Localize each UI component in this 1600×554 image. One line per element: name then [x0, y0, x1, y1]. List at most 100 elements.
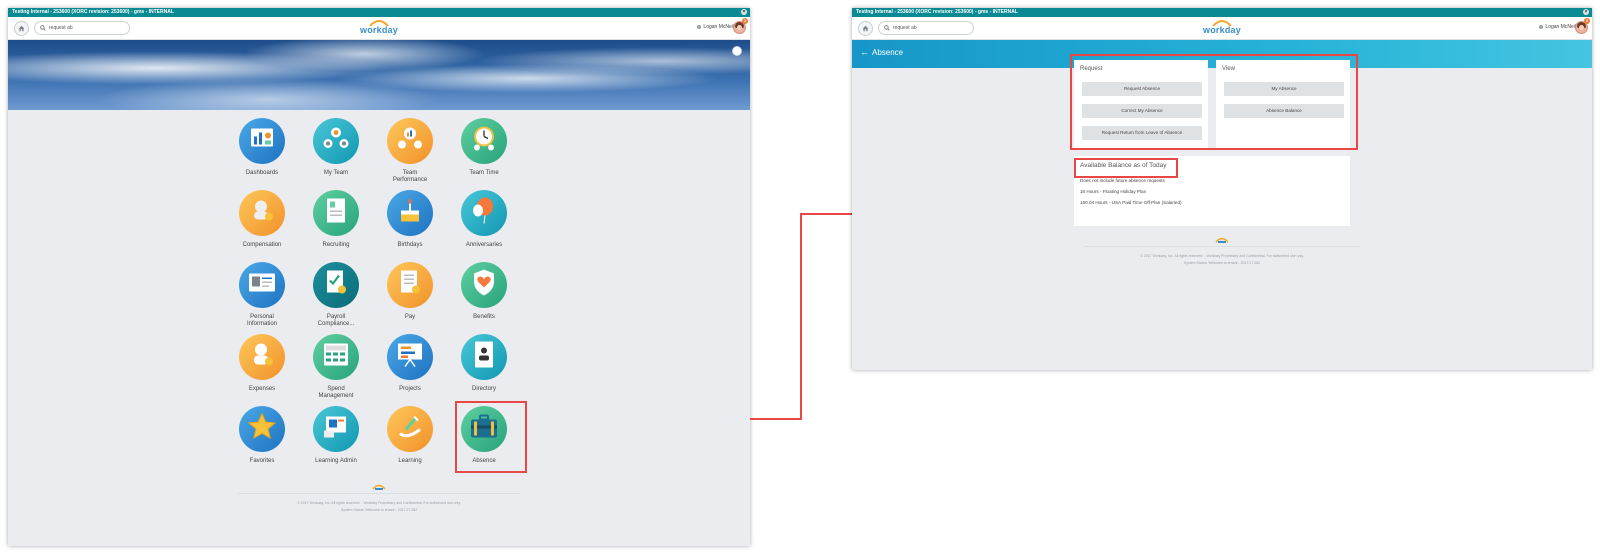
app-tile-anniversaries[interactable]: Anniversaries [451, 190, 517, 249]
balance-heading-highlight [1074, 158, 1178, 178]
directory-icon [461, 334, 507, 380]
user-name: Logan McNeil [703, 24, 734, 30]
connector-line [800, 213, 852, 215]
app-label: Learning Admin [315, 458, 357, 464]
app-tile-payroll-compliance[interactable]: Payroll Compliance... [303, 262, 369, 328]
notification-badge[interactable]: 2 [742, 18, 748, 24]
app-label: Spend Management [318, 386, 354, 399]
user-name: Logan McNeil [1545, 24, 1576, 30]
absence-highlight [455, 401, 527, 473]
header: workday Logan McNeil 2 [8, 17, 750, 40]
search-icon [40, 25, 46, 31]
dashboards-icon [239, 118, 285, 164]
absence-screen: Testing Internal - 253600 (XORC revision… [852, 8, 1592, 370]
app-tile-learning-admin[interactable]: Learning Admin [303, 406, 369, 465]
app-label: Expenses [248, 386, 276, 392]
app-label: Benefits [473, 314, 495, 320]
home-screen: Testing Internal - 253600 (XORC revision… [8, 8, 750, 546]
presence-icon [697, 24, 702, 29]
app-label: Learning [398, 458, 422, 464]
app-label: Pay [404, 314, 416, 320]
home-button[interactable] [14, 21, 29, 36]
logo-text: workday [1203, 25, 1241, 35]
close-icon[interactable]: × [1583, 9, 1589, 15]
footer-logo-icon [1215, 237, 1229, 243]
app-tile-my-team[interactable]: My Team [303, 118, 369, 177]
balance-line: 160.04 Hours - USA Paid Time Off Plan (S… [1080, 200, 1182, 205]
workday-logo[interactable]: workday [1200, 19, 1244, 37]
pay-icon [387, 262, 433, 308]
app-tile-directory[interactable]: Directory [451, 334, 517, 393]
app-tile-compensation[interactable]: Compensation [229, 190, 295, 249]
app-tile-team-time[interactable]: Team Time [451, 118, 517, 177]
hero-banner [8, 40, 750, 110]
footer-status: System Status: Welcome to tenant - 2017.… [1183, 261, 1261, 265]
workday-logo[interactable]: workday [357, 19, 401, 37]
gear-icon[interactable] [732, 46, 742, 56]
shield-heart-icon [461, 262, 507, 308]
app-label: Anniversaries [465, 242, 503, 248]
app-label: Compensation [242, 242, 282, 248]
app-label: Birthdays [397, 242, 423, 248]
app-tile-pay[interactable]: Pay [377, 262, 443, 321]
app-tile-favorites[interactable]: Favorites [229, 406, 295, 465]
user-menu[interactable]: Logan McNeil [697, 24, 734, 30]
notification-badge[interactable]: 2 [1584, 18, 1590, 24]
search-input[interactable] [893, 23, 965, 32]
team-icon [313, 118, 359, 164]
search-box[interactable] [34, 21, 130, 35]
home-icon [862, 25, 869, 32]
environment-text: Testing Internal - 253600 (XORC revision… [12, 9, 174, 15]
app-tile-team-performance[interactable]: Team Performance [377, 118, 443, 184]
presence-icon [1539, 24, 1544, 29]
environment-bar: Testing Internal - 253600 (XORC revision… [852, 8, 1592, 17]
back-arrow-icon[interactable]: ← [860, 47, 869, 57]
app-tile-benefits[interactable]: Benefits [451, 262, 517, 321]
app-label: Directory [471, 386, 496, 392]
environment-bar: Testing Internal - 253600 (XORC revision… [8, 8, 750, 17]
connector-line [750, 418, 802, 420]
environment-text: Testing Internal - 253600 (XORC revision… [856, 9, 1018, 15]
app-tile-birthdays[interactable]: Birthdays [377, 190, 443, 249]
performance-icon [387, 118, 433, 164]
footer-logo-icon [372, 484, 386, 490]
user-menu[interactable]: Logan McNeil [1539, 24, 1576, 30]
page-title: Absence [872, 48, 904, 57]
app-label: Payroll Compliance... [317, 314, 355, 327]
search-box[interactable] [878, 21, 974, 35]
footer-divider [1084, 246, 1360, 247]
star-icon [239, 406, 285, 452]
app-tile-personal-information[interactable]: Personal Information [229, 262, 295, 328]
app-label: Team Time [469, 170, 499, 176]
logo-text: workday [360, 25, 398, 35]
app-tile-projects[interactable]: Projects [377, 334, 443, 393]
request-view-highlight [1070, 54, 1358, 150]
app-tile-spend-management[interactable]: Spend Management [303, 334, 369, 400]
close-icon[interactable]: × [741, 9, 747, 15]
clock-icon [461, 118, 507, 164]
calculator-icon [313, 334, 359, 380]
search-input[interactable] [49, 23, 121, 32]
footer-copyright: © 2017 Workday, Inc. All rights reserved… [1140, 254, 1304, 258]
id-card-icon [239, 262, 285, 308]
home-button[interactable] [858, 21, 873, 36]
connector-line [800, 213, 802, 420]
app-label: Personal Information [246, 314, 277, 327]
app-tile-learning[interactable]: Learning [377, 406, 443, 465]
footer-status: System Status: Welcome to tenant - 2017.… [340, 508, 418, 512]
app-label: Projects [399, 386, 421, 392]
projects-icon [387, 334, 433, 380]
app-label: Team Performance [392, 170, 428, 183]
learning-icon [387, 406, 433, 452]
header: workday Logan McNeil 2 [852, 17, 1592, 40]
app-tile-recruiting[interactable]: Recruiting [303, 190, 369, 249]
app-tile-expenses[interactable]: Expenses [229, 334, 295, 393]
expenses-icon [239, 334, 285, 380]
compensation-icon [239, 190, 285, 236]
home-icon [18, 25, 25, 32]
app-tile-dashboards[interactable]: Dashboards [229, 118, 295, 177]
cake-icon [387, 190, 433, 236]
search-icon [884, 25, 890, 31]
footer-copyright: © 2017 Workday, Inc. All rights reserved… [297, 501, 461, 505]
footer-divider [238, 493, 520, 494]
